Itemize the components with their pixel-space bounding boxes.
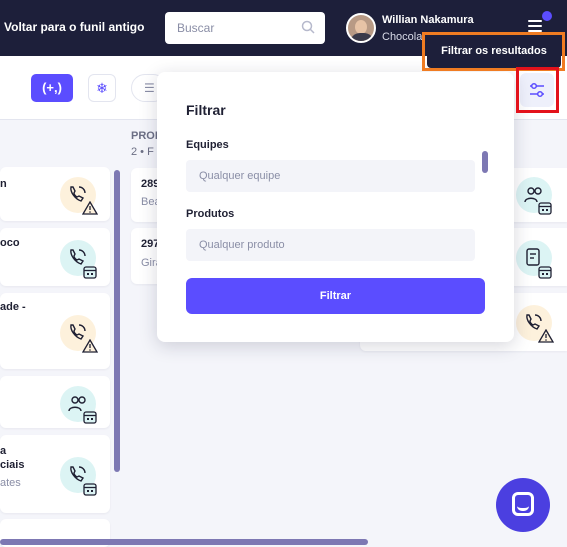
warning-icon <box>82 201 98 215</box>
search-input[interactable]: Buscar <box>165 12 325 44</box>
back-to-old-funnel-link[interactable]: Voltar para o funil antigo <box>4 20 144 34</box>
teams-select[interactable]: Qualquer equipe <box>186 160 475 192</box>
deal-card[interactable] <box>512 168 567 222</box>
apply-filter-button[interactable]: Filtrar <box>186 278 485 314</box>
chat-icon <box>512 492 534 516</box>
add-deal-button[interactable]: (+,) <box>31 74 73 102</box>
deal-card[interactable] <box>0 376 110 428</box>
warning-icon <box>538 329 554 343</box>
calendar-icon <box>83 266 97 279</box>
chat-widget-button[interactable] <box>496 478 550 532</box>
tooltip-highlight <box>422 32 565 71</box>
deal-card-title-line2: ciais <box>0 459 25 471</box>
calendar-icon <box>538 266 552 279</box>
user-name: Willian Nakamura <box>382 14 474 26</box>
search-placeholder: Buscar <box>177 21 215 35</box>
popup-scrollbar[interactable] <box>482 151 488 173</box>
products-placeholder: Qualquer produto <box>199 239 285 251</box>
teams-placeholder: Qualquer equipe <box>199 170 281 182</box>
search-icon <box>301 20 315 34</box>
deal-card-title: n <box>0 178 7 190</box>
calendar-icon <box>83 483 97 496</box>
products-label: Produtos <box>186 208 235 220</box>
deal-card[interactable]: a ciais ates <box>0 435 110 513</box>
notification-dot <box>542 11 552 21</box>
deal-card-subtitle: ates <box>0 477 21 489</box>
deal-card-title: ade - <box>0 301 26 313</box>
deal-card[interactable] <box>512 228 567 286</box>
warning-icon <box>82 339 98 353</box>
calendar-icon <box>83 411 97 424</box>
products-select[interactable]: Qualquer produto <box>186 229 475 261</box>
deal-card[interactable]: oco <box>0 228 110 286</box>
company-name: Chocola <box>382 31 423 43</box>
deal-card[interactable]: ade - <box>0 293 110 369</box>
deal-card-title: oco <box>0 237 20 249</box>
filter-button-highlight <box>516 67 559 113</box>
calendar-icon <box>538 202 552 215</box>
teams-label: Equipes <box>186 139 229 151</box>
column-scrollbar[interactable] <box>114 170 120 472</box>
avatar[interactable] <box>346 13 376 43</box>
filter-popup-title: Filtrar <box>186 102 226 118</box>
board-horizontal-scrollbar[interactable] <box>0 539 368 545</box>
deal-card[interactable]: n <box>0 167 110 221</box>
freeze-icon[interactable]: ❄ <box>88 74 116 102</box>
filter-popup: Filtrar Equipes Qualquer equipe Produtos… <box>157 72 514 342</box>
column-count: 2 • F <box>131 146 154 158</box>
deal-card-title: a <box>0 445 7 457</box>
